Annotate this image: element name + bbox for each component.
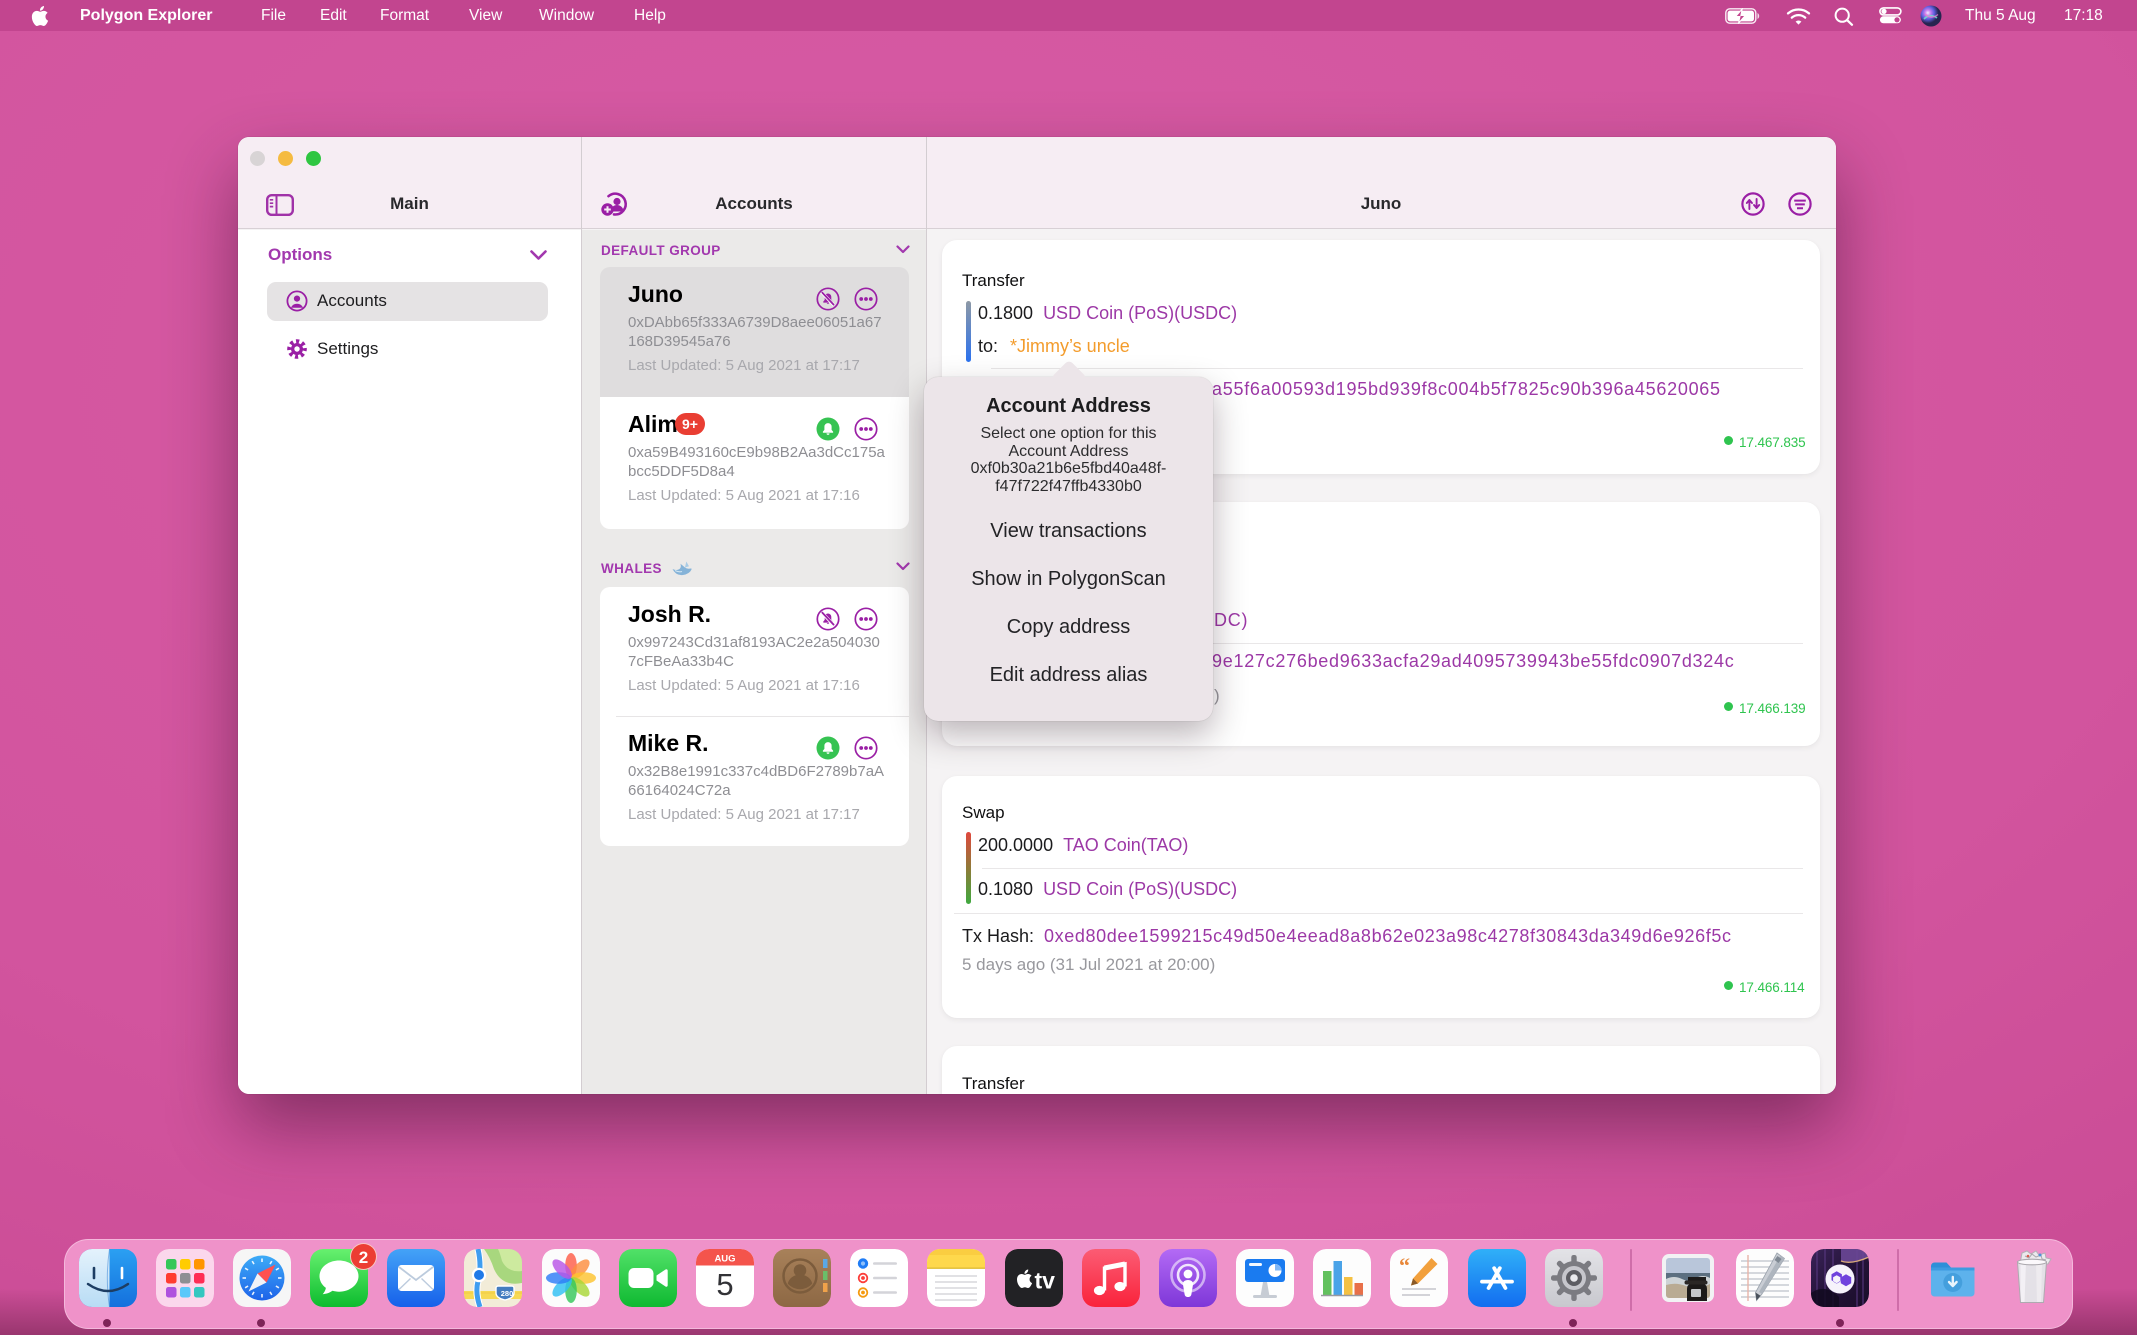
svg-text:280: 280 xyxy=(501,1289,514,1298)
svg-text:“: “ xyxy=(1399,1253,1410,1278)
svg-text:AUG: AUG xyxy=(714,1254,735,1265)
svg-text:tv: tv xyxy=(1034,1268,1055,1294)
svg-text:5: 5 xyxy=(716,1267,733,1302)
